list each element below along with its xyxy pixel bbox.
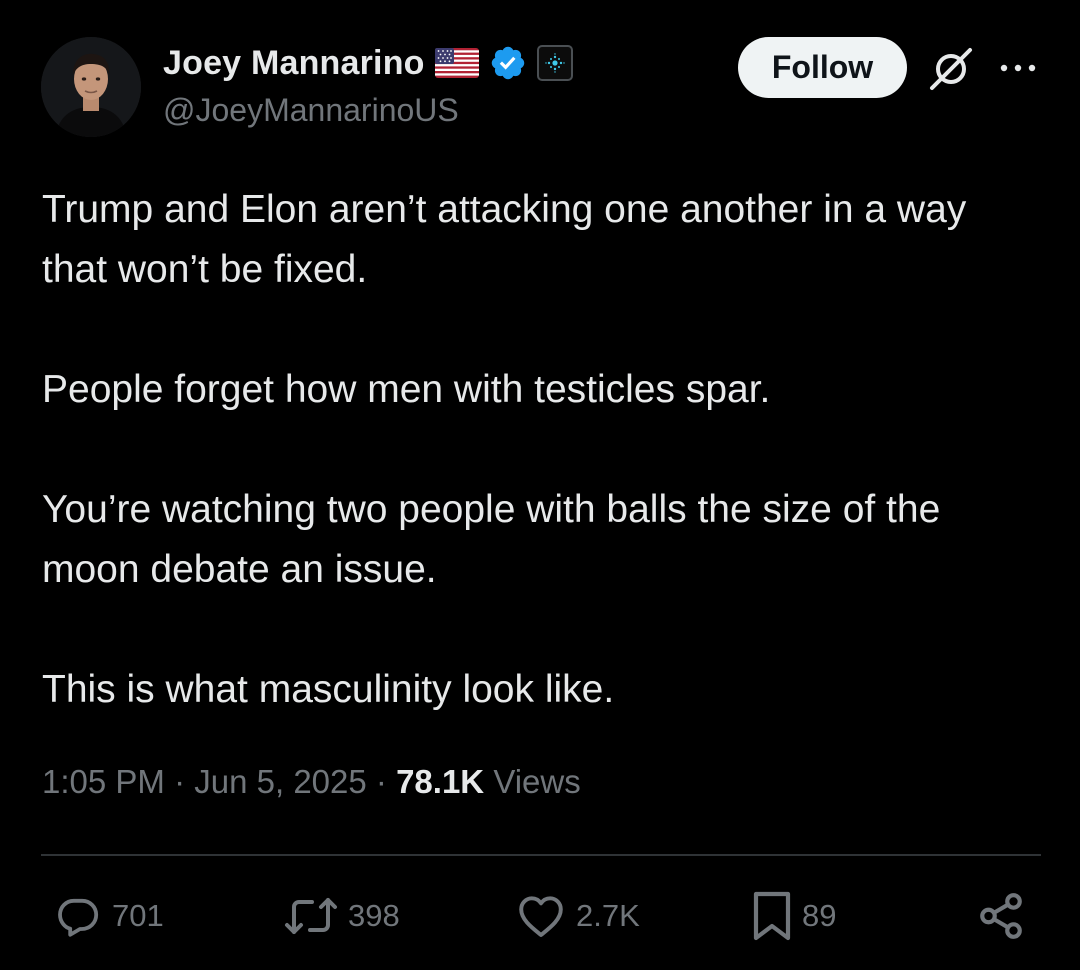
meta-separator: · — [375, 763, 387, 800]
display-name[interactable]: Joey Mannarino — [163, 44, 425, 83]
heart-icon — [519, 896, 563, 937]
more-dots-icon[interactable] — [998, 55, 1038, 81]
repost-count: 398 — [348, 898, 400, 933]
tweet-paragraph: People forget how men with testicles spa… — [42, 368, 771, 411]
tweet-meta: 1:05 PM · Jun 5, 2025 · 78.1K Views — [42, 763, 581, 801]
share-button[interactable] — [976, 890, 1026, 942]
tweet-date[interactable]: Jun 5, 2025 — [194, 763, 366, 800]
avatar[interactable] — [41, 37, 141, 137]
views-count: 78.1K — [396, 763, 485, 800]
tweet-paragraph: Trump and Elon aren’t attacking one anot… — [42, 188, 967, 291]
us-flag-icon — [434, 48, 479, 78]
divider — [41, 854, 1041, 856]
author-handle[interactable]: @JoeyMannarinoUS — [163, 92, 459, 129]
bookmark-button[interactable]: 89 — [752, 890, 836, 942]
tweet-paragraph: This is what masculinity look like. — [42, 668, 615, 711]
share-icon — [980, 893, 1022, 939]
meta-separator: · — [174, 763, 186, 800]
follow-button[interactable]: Follow — [738, 37, 907, 98]
tweet-time[interactable]: 1:05 PM — [42, 763, 165, 800]
repost-button[interactable]: 398 — [284, 890, 400, 942]
reply-count: 701 — [112, 898, 164, 933]
grok-icon[interactable] — [928, 46, 974, 92]
author-name-row: Joey Mannarino — [163, 40, 573, 86]
tweet-card: Joey Mannarino @JoeyMannarinoUS Follow T… — [0, 0, 1080, 970]
reply-icon — [58, 898, 99, 937]
like-button[interactable]: 2.7K — [516, 890, 640, 942]
bookmark-count: 89 — [802, 898, 837, 933]
tweet-text: Trump and Elon aren’t attacking one anot… — [42, 180, 1032, 720]
views-label: Views — [493, 763, 581, 800]
repost-icon — [285, 898, 337, 934]
verified-badge-icon[interactable] — [489, 44, 527, 82]
tweet-paragraph: You’re watching two people with balls th… — [42, 488, 941, 591]
like-count: 2.7K — [576, 898, 640, 933]
affiliate-badge-icon[interactable] — [536, 45, 573, 81]
bookmark-icon — [753, 891, 791, 941]
reply-button[interactable]: 701 — [54, 890, 164, 942]
